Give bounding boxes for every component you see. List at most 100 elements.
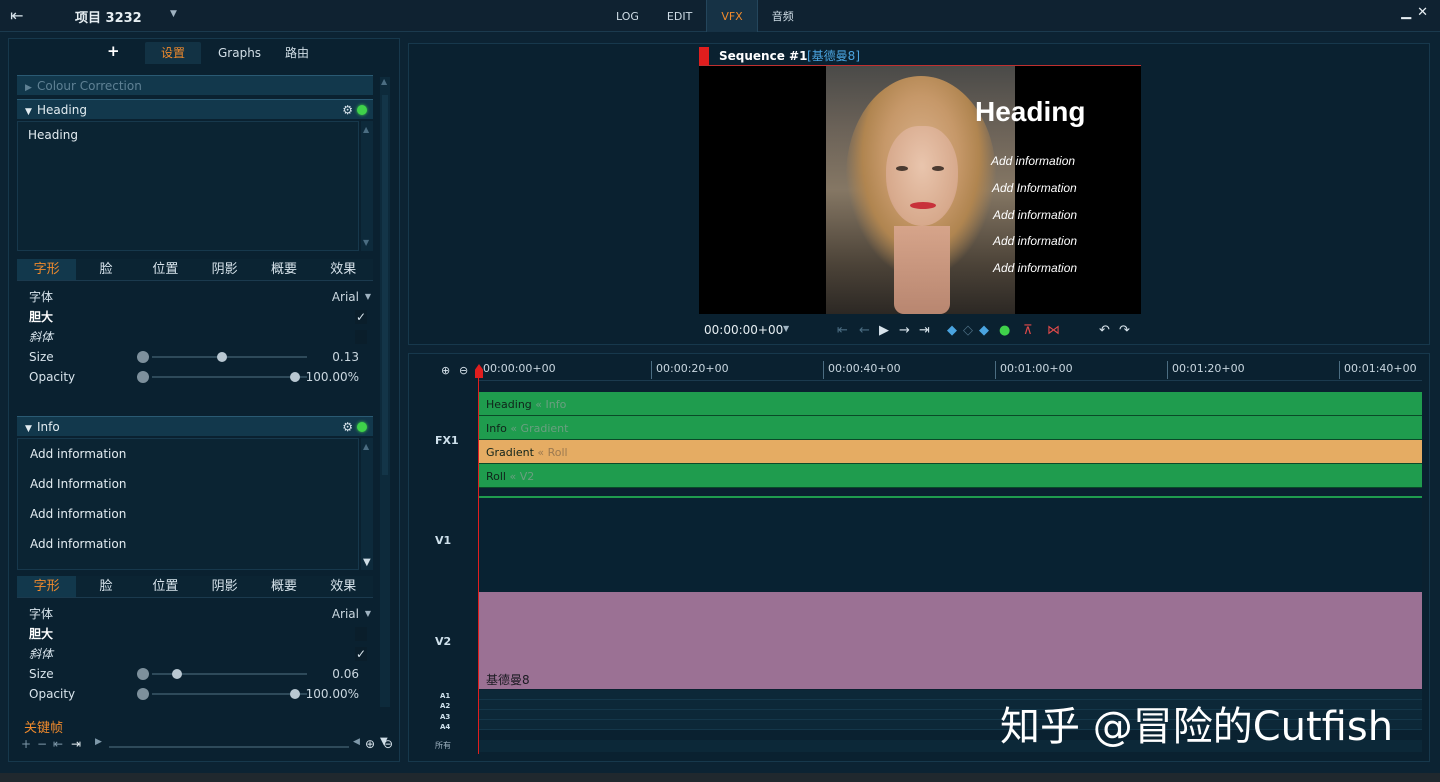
track-label-fx1[interactable]: FX1 <box>435 434 459 447</box>
extract-icon[interactable]: ⋈ <box>1047 323 1060 339</box>
slider-knob[interactable] <box>217 352 227 362</box>
add-button[interactable]: + <box>107 42 120 60</box>
tab-face[interactable]: 脸 <box>76 259 135 280</box>
step-forward-icon[interactable]: → <box>899 323 910 339</box>
opacity-slider[interactable] <box>152 372 307 382</box>
size-value[interactable]: 0.06 <box>332 664 359 684</box>
chevron-down-icon[interactable]: ▼ <box>783 324 789 333</box>
mark-in-icon[interactable]: ◆ <box>947 323 957 339</box>
track-label-v1[interactable]: V1 <box>435 534 451 547</box>
size-slider[interactable] <box>152 669 307 679</box>
keyframe-icon[interactable] <box>137 371 149 383</box>
gear-icon[interactable]: ⚙ <box>342 100 353 120</box>
text-scrollbar[interactable]: ▲ ▼ <box>361 438 373 570</box>
track-label-a4[interactable]: A4 <box>440 723 450 731</box>
add-marker-icon[interactable]: ● <box>999 323 1010 339</box>
track-label-v2[interactable]: V2 <box>435 635 451 648</box>
bold-checkbox[interactable]: ✓ <box>355 310 367 324</box>
tab-vfx[interactable]: VFX <box>706 0 758 32</box>
redo-icon[interactable]: ↷ <box>1119 323 1130 339</box>
italic-checkbox[interactable]: ✓ <box>355 647 367 661</box>
section-colour-correction[interactable]: ▶ Colour Correction <box>17 75 373 95</box>
video-clip[interactable]: 基德曼8 <box>479 592 1422 689</box>
size-slider[interactable] <box>152 352 307 362</box>
next-keyframe-icon[interactable]: ⇥ <box>71 737 81 751</box>
enabled-indicator[interactable] <box>357 105 367 115</box>
gear-icon[interactable]: ⚙ <box>342 417 353 437</box>
undo-icon[interactable]: ↶ <box>1099 323 1110 339</box>
track-label-a1[interactable]: A1 <box>440 692 450 700</box>
go-to-end-icon[interactable]: ⇥ <box>919 323 930 339</box>
keyframe-icon[interactable] <box>137 351 149 363</box>
font-select[interactable]: Arial <box>332 287 359 307</box>
fx-clip[interactable]: Info « Gradient <box>479 416 1422 440</box>
enabled-indicator[interactable] <box>357 422 367 432</box>
step-back-icon[interactable]: ← <box>859 323 870 339</box>
tab-outline[interactable]: 概要 <box>254 259 313 280</box>
panel-scrollbar[interactable]: ▲ ▼ <box>380 77 390 747</box>
fx-clip[interactable]: Gradient « Roll <box>479 440 1422 464</box>
fx-clip[interactable]: Roll « V2 <box>479 464 1422 488</box>
opacity-value[interactable]: 100.00% <box>306 684 359 704</box>
go-to-start-icon[interactable]: ⇤ <box>837 323 848 339</box>
timeline-ruler[interactable]: 00:00:00+00 00:00:20+00 00:00:40+00 00:0… <box>479 359 1422 381</box>
bold-checkbox[interactable] <box>355 627 367 641</box>
tab-glyph[interactable]: 字形 <box>17 576 77 597</box>
keyframe-icon[interactable] <box>137 688 149 700</box>
add-keyframe-icon[interactable]: + <box>21 737 31 751</box>
info-text-input[interactable]: Add information Add Information Add info… <box>17 438 359 570</box>
mark-out-icon[interactable]: ◆ <box>979 323 989 339</box>
size-value[interactable]: 0.13 <box>332 347 359 367</box>
tab-routing[interactable]: 路由 <box>269 42 325 64</box>
close-icon[interactable]: ✕ <box>1417 5 1428 20</box>
tab-position[interactable]: 位置 <box>136 259 195 280</box>
tab-position[interactable]: 位置 <box>136 576 195 597</box>
tab-graphs[interactable]: Graphs <box>202 42 277 64</box>
tab-shadow[interactable]: 阴影 <box>195 259 254 280</box>
slider-knob[interactable] <box>172 669 182 679</box>
chevron-down-icon[interactable]: ▼ <box>365 287 371 307</box>
mark-clip-icon[interactable]: ◇ <box>963 323 973 339</box>
timecode-display[interactable]: 00:00:00+00 <box>704 323 783 337</box>
prev-keyframe-icon[interactable]: ⇤ <box>53 737 63 751</box>
tab-edit[interactable]: EDIT <box>653 0 706 32</box>
heading-text-input[interactable]: Heading <box>17 121 359 251</box>
tab-audio[interactable]: 音频 <box>758 0 808 32</box>
track-label-a2[interactable]: A2 <box>440 702 450 710</box>
tab-shadow[interactable]: 阴影 <box>195 576 254 597</box>
section-heading[interactable]: ▼ Heading ⚙ <box>17 99 373 119</box>
tab-effects[interactable]: 效果 <box>314 259 373 280</box>
tab-outline[interactable]: 概要 <box>254 576 313 597</box>
scroll-right-icon[interactable]: ▶ <box>95 737 102 747</box>
scroll-thumb[interactable] <box>382 95 388 475</box>
section-info[interactable]: ▼ Info ⚙ <box>17 416 373 436</box>
zoom-in-icon[interactable]: ⊕ <box>441 364 450 377</box>
play-icon[interactable]: ▶ <box>879 323 889 339</box>
playhead[interactable] <box>478 374 479 754</box>
fx-clip[interactable]: Heading « Info <box>479 392 1422 416</box>
scroll-left-icon[interactable]: ◀ <box>353 737 360 747</box>
remove-keyframe-icon[interactable]: − <box>37 737 47 751</box>
exit-icon[interactable]: ⇤ <box>10 6 32 26</box>
keyframe-scroll-track[interactable] <box>109 746 349 748</box>
opacity-value[interactable]: 100.00% <box>306 367 359 387</box>
keyframe-icon[interactable] <box>137 668 149 680</box>
tab-effects[interactable]: 效果 <box>314 576 373 597</box>
chevron-down-icon[interactable]: ▼ <box>365 604 371 624</box>
video-viewer[interactable]: Heading Add information Add Information … <box>699 66 1141 314</box>
zoom-out-icon[interactable]: ⊖ <box>383 737 393 751</box>
lift-icon[interactable]: ⊼ <box>1023 323 1033 339</box>
tab-settings[interactable]: 设置 <box>145 42 202 64</box>
tab-face[interactable]: 脸 <box>76 576 135 597</box>
v1-track[interactable] <box>479 496 1422 592</box>
project-name[interactable]: 项目 3232 <box>75 7 142 26</box>
chevron-down-icon[interactable]: ▼ <box>170 9 177 19</box>
track-label-all[interactable]: 所有 <box>435 740 451 751</box>
text-scrollbar[interactable]: ▲ ▼ <box>361 121 373 251</box>
slider-knob[interactable] <box>290 372 300 382</box>
font-select[interactable]: Arial <box>332 604 359 624</box>
slider-knob[interactable] <box>290 689 300 699</box>
scroll-up-icon[interactable]: ▲ <box>381 77 387 86</box>
tab-glyph[interactable]: 字形 <box>17 259 77 280</box>
tab-log[interactable]: LOG <box>602 0 653 32</box>
